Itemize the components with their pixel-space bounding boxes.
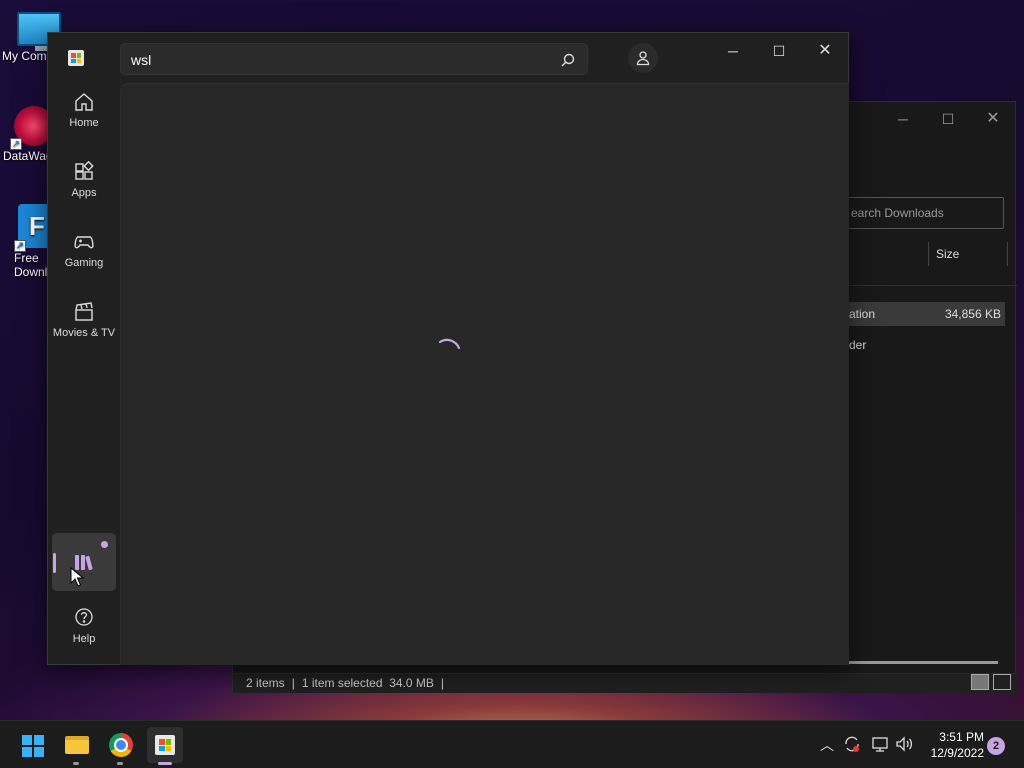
store-search-box[interactable] (120, 43, 588, 75)
status-bar: 2 items | 1 item selected 34.0 MB | (233, 673, 1017, 693)
file-row[interactable]: ation 34,856 KB (833, 302, 1005, 326)
person-icon (636, 51, 650, 66)
taskbar-microsoft-store[interactable] (147, 727, 183, 765)
gaming-icon (74, 236, 94, 249)
file-name: ation (849, 307, 876, 321)
show-hidden-icons-chevron-up-icon[interactable]: ︿ (820, 735, 834, 755)
system-clock[interactable]: 3:51 PM 12/9/2022 (922, 729, 984, 761)
movies-icon (75, 302, 93, 321)
home-icon (75, 93, 93, 111)
store-content-area (120, 83, 849, 665)
mouse-cursor-icon (70, 567, 84, 587)
details-view-button[interactable] (971, 674, 989, 690)
nav-label: Gaming (64, 257, 104, 269)
maximize-button[interactable]: ☐ (759, 39, 799, 63)
nav-label: Apps (71, 187, 97, 199)
volume-icon[interactable] (895, 736, 913, 752)
shortcut-arrow-icon: ↗ (10, 138, 22, 150)
running-indicator (73, 762, 79, 765)
active-indicator (53, 553, 56, 573)
help-button[interactable]: Help (48, 603, 120, 645)
nav-item-apps[interactable]: Apps (48, 161, 120, 223)
close-button[interactable]: ✕ (973, 107, 1013, 131)
horizontal-scrollbar[interactable] (833, 661, 998, 664)
minimize-button[interactable]: ─ (713, 39, 753, 63)
maximize-button[interactable]: ☐ (928, 107, 968, 131)
item-count: 2 items (246, 676, 285, 690)
library-button[interactable] (52, 533, 116, 591)
store-navigation: Home Apps Gaming Movies & TV (48, 83, 120, 363)
sync-icon[interactable] (843, 735, 861, 753)
clock-date: 12/9/2022 (930, 746, 984, 760)
column-header-size[interactable]: Size (928, 242, 1008, 266)
taskbar-file-explorer[interactable] (59, 727, 95, 765)
running-indicator (158, 762, 172, 765)
nav-item-home[interactable]: Home (48, 91, 120, 153)
store-logo-icon (68, 50, 84, 66)
notification-count-badge[interactable]: 2 (987, 737, 1005, 755)
loading-spinner-icon (438, 338, 461, 350)
nav-label: Movies & TV (52, 327, 116, 339)
header-divider (833, 285, 1017, 286)
file-row[interactable]: der (833, 333, 1005, 357)
update-badge (101, 541, 108, 548)
clock-time: 3:51 PM (939, 730, 984, 744)
search-input[interactable] (131, 50, 551, 70)
search-downloads-input[interactable]: earch Downloads (838, 197, 1004, 229)
help-label: Help (72, 633, 96, 645)
start-button[interactable] (14, 727, 50, 763)
network-icon[interactable] (871, 736, 889, 752)
taskbar: ︿ 3:51 PM 12/9/2022 2 (0, 720, 1024, 768)
store-icon (155, 735, 175, 755)
large-icons-view-button[interactable] (993, 674, 1011, 690)
minimize-button[interactable]: ─ (883, 107, 923, 131)
shortcut-arrow-icon: ↗ (14, 240, 26, 252)
file-size: 34,856 KB (944, 307, 1001, 321)
nav-item-movies-tv[interactable]: Movies & TV (48, 301, 120, 363)
apps-icon (75, 161, 94, 180)
selection-info: 1 item selected (301, 676, 383, 690)
nav-label: Home (69, 117, 99, 129)
windows-logo-icon (22, 735, 44, 757)
file-name: der (849, 338, 867, 352)
account-button[interactable] (628, 43, 658, 73)
folder-icon (65, 736, 89, 754)
running-indicator (117, 762, 123, 765)
search-icon[interactable] (559, 51, 577, 69)
chrome-icon (109, 733, 133, 757)
selection-size: 34.0 MB (389, 676, 434, 690)
help-icon (75, 608, 93, 626)
close-button[interactable]: ✕ (805, 39, 845, 63)
nav-item-gaming[interactable]: Gaming (48, 231, 120, 293)
taskbar-chrome[interactable] (103, 727, 139, 765)
microsoft-store-window: ─ ☐ ✕ Home Apps Gaming Movies & TV Help (47, 32, 849, 665)
